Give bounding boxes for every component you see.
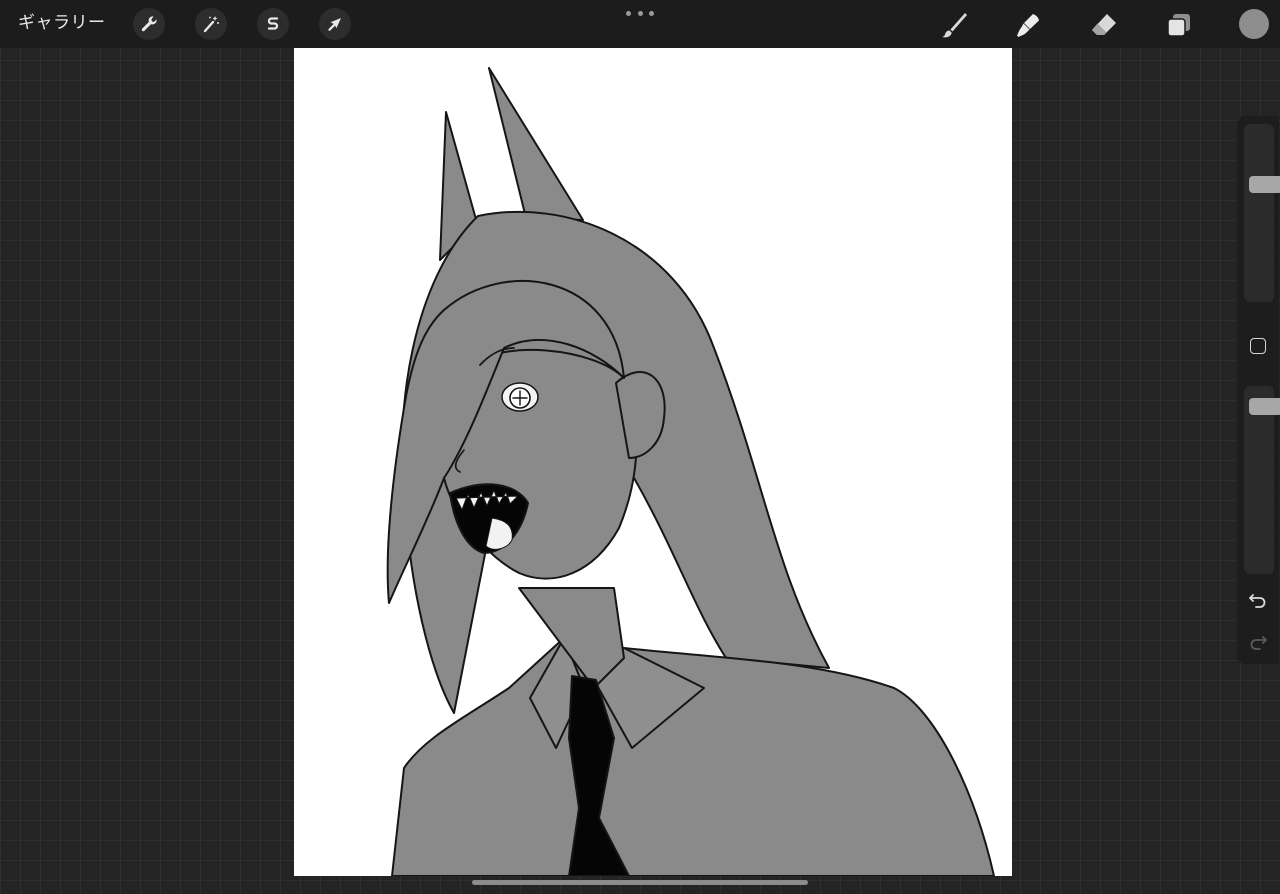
ellipsis-icon bbox=[626, 10, 631, 16]
top-toolbar: ギャラリー bbox=[0, 0, 1280, 48]
redo-button[interactable] bbox=[1246, 632, 1270, 654]
adjustments-button[interactable] bbox=[195, 8, 227, 40]
illustration bbox=[386, 67, 995, 876]
color-picker-button[interactable] bbox=[1239, 9, 1269, 39]
wrench-icon bbox=[141, 16, 157, 32]
brush-tool-button[interactable] bbox=[937, 8, 971, 42]
modify-button[interactable] bbox=[1250, 338, 1266, 354]
selection-button[interactable] bbox=[257, 8, 289, 40]
more-options-button[interactable] bbox=[626, 6, 654, 20]
gallery-link[interactable]: ギャラリー bbox=[18, 11, 106, 35]
right-horn bbox=[488, 67, 584, 221]
redo-icon bbox=[1250, 636, 1267, 650]
undo-button[interactable] bbox=[1246, 590, 1270, 612]
brush-size-thumb[interactable] bbox=[1249, 176, 1280, 193]
brush-size-slider[interactable] bbox=[1244, 124, 1280, 302]
layers-button[interactable] bbox=[1162, 8, 1196, 42]
transform-button[interactable] bbox=[319, 8, 351, 40]
magic-wand-icon bbox=[203, 16, 219, 33]
arrow-cursor-icon bbox=[328, 18, 341, 31]
smudge-icon bbox=[1017, 14, 1039, 37]
brush-icon bbox=[942, 13, 967, 38]
actions-button[interactable] bbox=[133, 8, 165, 40]
eraser-tool-button[interactable] bbox=[1087, 8, 1121, 42]
brush-sidebar bbox=[1237, 116, 1280, 664]
opacity-slider[interactable] bbox=[1244, 386, 1280, 574]
shirt bbox=[391, 637, 995, 876]
selection-s-icon bbox=[267, 17, 279, 30]
home-indicator[interactable] bbox=[472, 880, 808, 885]
smudge-tool-button[interactable] bbox=[1011, 8, 1045, 42]
layers-icon bbox=[1167, 14, 1190, 37]
undo-icon bbox=[1249, 594, 1266, 608]
opacity-thumb[interactable] bbox=[1249, 398, 1280, 415]
eraser-icon bbox=[1092, 14, 1116, 35]
drawing-canvas[interactable] bbox=[294, 48, 1012, 876]
